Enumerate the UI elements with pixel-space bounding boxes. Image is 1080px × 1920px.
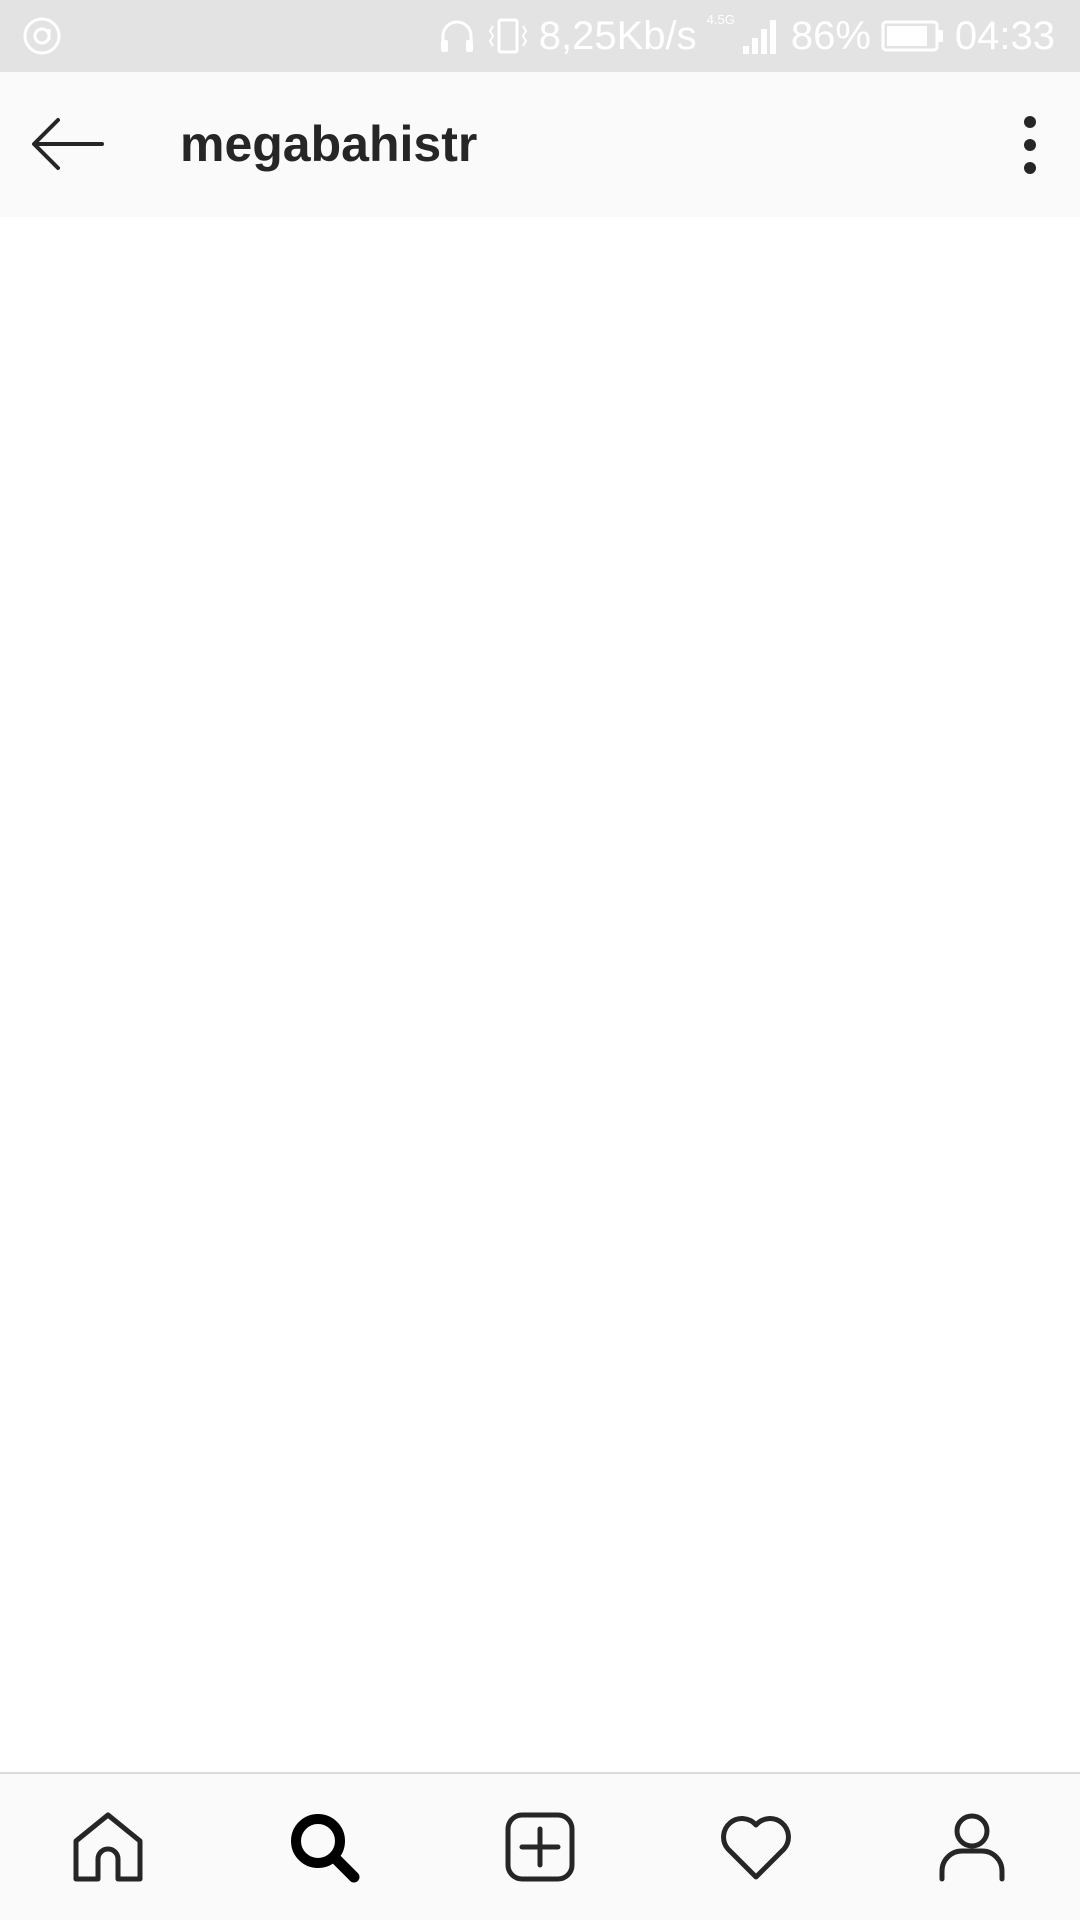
nav-activity[interactable] — [706, 1797, 806, 1897]
nav-profile[interactable] — [922, 1797, 1022, 1897]
add-post-icon — [505, 1812, 575, 1882]
more-vertical-icon — [1024, 116, 1036, 174]
headphones-icon — [437, 16, 477, 56]
nav-home[interactable] — [58, 1797, 158, 1897]
more-options-button[interactable] — [1000, 112, 1060, 178]
status-bar: 8,25Kb/s 4.5G 86% 04:33 — [0, 0, 1080, 72]
status-indicators: 8,25Kb/s 4.5G 86% 04:33 — [437, 0, 1055, 72]
search-icon — [291, 1814, 360, 1883]
nav-search[interactable] — [274, 1797, 374, 1897]
music-icon — [22, 16, 62, 56]
app-bar: megabahistr — [0, 72, 1080, 217]
battery-icon — [881, 19, 945, 53]
network-speed: 8,25Kb/s — [538, 14, 697, 58]
screen: 8,25Kb/s 4.5G 86% 04:33 megabahistr — [0, 0, 1080, 1920]
network-type: 4.5G — [706, 12, 735, 27]
back-button[interactable] — [28, 114, 108, 174]
profile-icon — [939, 1813, 1005, 1882]
vibrate-icon — [487, 16, 529, 56]
signal-icon — [741, 16, 781, 56]
arrow-left-icon — [32, 118, 104, 170]
battery-percent: 86% — [790, 14, 871, 58]
clock: 04:33 — [954, 14, 1055, 58]
page-title: megabahistr — [180, 116, 478, 172]
nav-new-post[interactable] — [490, 1797, 590, 1897]
content-area — [0, 217, 1080, 1773]
bottom-nav — [0, 1772, 1080, 1920]
home-icon — [73, 1812, 143, 1882]
heart-icon — [721, 1816, 791, 1880]
